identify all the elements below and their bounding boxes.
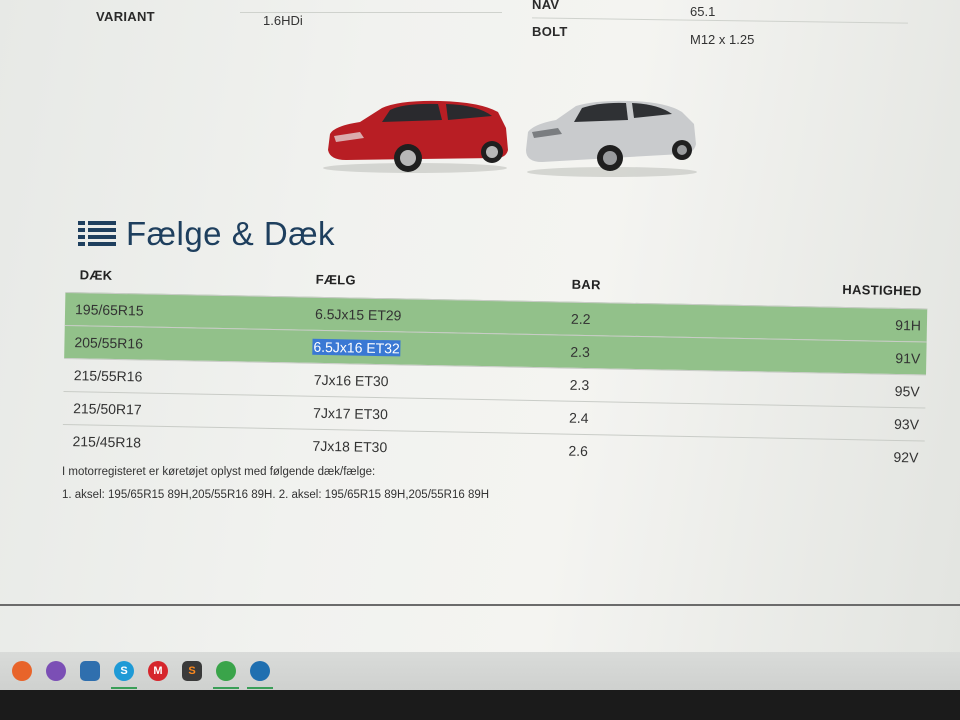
cell-bar: 2.2 (570, 310, 591, 328)
cell-tire: 205/55R16 (74, 334, 144, 352)
skype-icon[interactable]: S (111, 661, 137, 689)
nav-value: 65.1 (690, 4, 716, 19)
axle-note: 1. aksel: 195/65R15 89H,205/55R16 89H. 2… (62, 489, 490, 501)
remote-desktop-icon[interactable] (80, 661, 100, 681)
header-speed: HASTIGHED (842, 281, 922, 299)
cell-rim: 7Jx16 ET30 (313, 371, 389, 390)
sublime-glyph: S (188, 665, 196, 677)
sublime-icon[interactable]: S (182, 661, 202, 681)
cell-speed: 95V (894, 382, 920, 400)
variant-label: VARIANT (96, 9, 155, 24)
cell-bar: 2.4 (568, 409, 589, 427)
taskbar: S M S (0, 652, 960, 690)
firefox-icon[interactable] (12, 661, 32, 681)
section-title: Fælge & Dæk (126, 215, 336, 252)
selected-text[interactable]: 6.5Jx16 ET32 (312, 338, 401, 357)
cell-rim: 7Jx17 ET30 (312, 404, 389, 423)
car-images (323, 100, 697, 177)
section-heading: Fælge & Dæk (78, 212, 335, 256)
tire-table: DÆK FÆLG BAR HASTIGHED 195/65R15 6.5Jx15… (62, 262, 928, 474)
cell-tire: 215/50R17 (73, 400, 142, 418)
cell-tire: 195/65R15 (74, 301, 144, 319)
mail-glyph: M (153, 665, 163, 677)
bolt-label: BOLT (532, 24, 568, 39)
screen: VARIANT 1.6HDi NAV 65.1 BOLT M12 x 1.25 (0, 0, 960, 690)
cell-bar: 2.6 (568, 442, 589, 460)
silver-sedan-image (526, 100, 697, 177)
cell-tire: 215/45R18 (72, 433, 142, 451)
page-divider (0, 604, 960, 606)
cell-speed: 92V (893, 448, 919, 466)
nav-label: NAV (532, 0, 560, 12)
red-hatchback-image (323, 100, 508, 173)
bolt-value: M12 x 1.25 (690, 32, 755, 47)
cell-tire: 215/55R16 (73, 367, 143, 385)
cell-rim: 6.5Jx15 ET29 (314, 305, 402, 324)
cell-speed: 93V (893, 415, 920, 433)
list-icon (78, 221, 116, 246)
xbox-icon[interactable] (213, 661, 239, 689)
browser-icon[interactable] (247, 661, 273, 689)
registry-note: I motorregisteret er køretøjet oplyst me… (62, 466, 376, 478)
cell-rim: 7Jx18 ET30 (312, 437, 388, 456)
cell-speed: 91H (895, 316, 922, 334)
cell-rim: 6.5Jx16 ET32 (312, 338, 401, 357)
cell-bar: 2.3 (570, 343, 590, 361)
header-tire: DÆK (79, 267, 113, 283)
variant-value: 1.6HDi (263, 13, 303, 28)
spec-summary: VARIANT 1.6HDi NAV 65.1 BOLT M12 x 1.25 (0, 0, 960, 60)
cell-bar: 2.3 (569, 376, 590, 394)
mail-icon[interactable]: M (148, 661, 168, 681)
viber-icon[interactable] (46, 661, 66, 681)
header-rim: FÆLG (315, 271, 357, 288)
cell-speed: 91V (895, 349, 921, 367)
skype-glyph: S (120, 665, 128, 677)
header-bar: BAR (571, 276, 601, 293)
